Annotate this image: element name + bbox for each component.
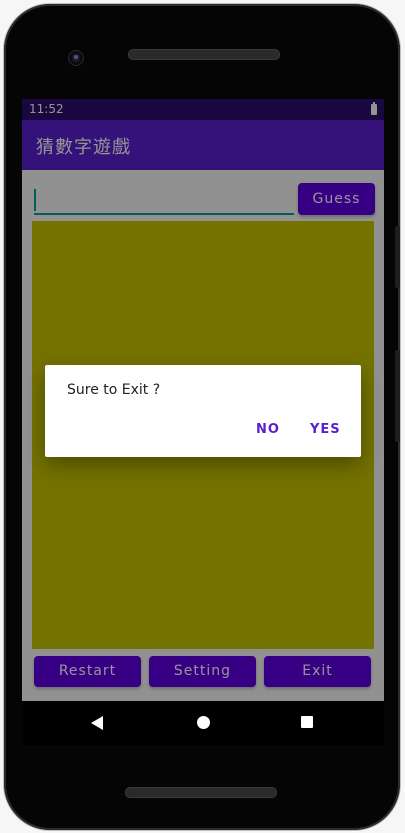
bottom-speaker — [125, 787, 277, 798]
volume-button — [395, 226, 400, 288]
dialog-no-button[interactable]: NO — [256, 422, 280, 437]
back-triangle-icon[interactable] — [91, 716, 103, 730]
recents-square-icon[interactable] — [301, 716, 313, 728]
exit-confirm-dialog: Sure to Exit ? NO YES — [45, 365, 361, 457]
home-circle-icon[interactable] — [197, 716, 210, 729]
dialog-yes-button[interactable]: YES — [310, 422, 341, 437]
top-speaker — [128, 49, 280, 60]
front-camera-icon — [69, 51, 83, 65]
dialog-message: Sure to Exit ? — [67, 382, 161, 398]
power-button — [395, 350, 400, 442]
app-screen: 11:52 猜數字遊戲 Guess Restart Setting Exit S… — [22, 99, 384, 701]
navigation-bar — [22, 701, 384, 745]
